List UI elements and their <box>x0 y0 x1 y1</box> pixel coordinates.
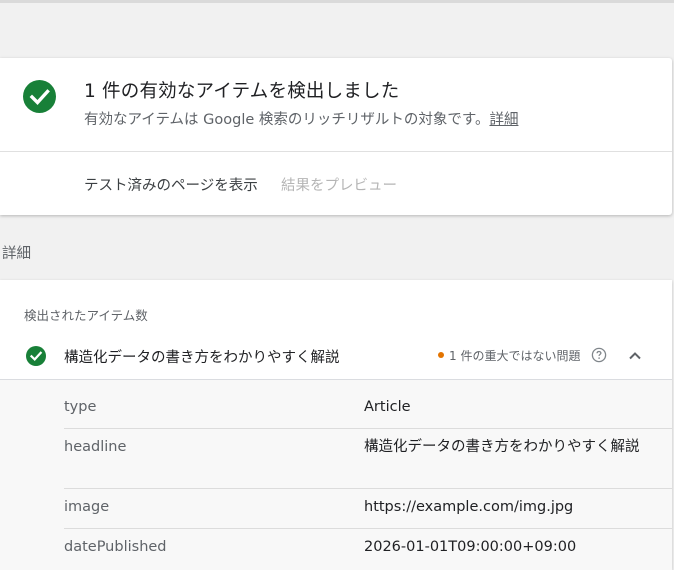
item-name[interactable]: 構造化データの書き方をわかりやすく解説 <box>64 346 340 367</box>
row-divider <box>64 488 672 489</box>
issue-count-text: 1 件の重大ではない問題 <box>449 349 581 363</box>
property-key-headline: headline <box>64 439 127 455</box>
property-key-type: type <box>64 399 97 415</box>
details-link[interactable]: 詳細 <box>489 112 518 128</box>
item-check-icon <box>26 346 46 366</box>
row-divider <box>64 428 672 429</box>
top-shadow-line <box>0 0 674 3</box>
summary-divider <box>0 151 672 152</box>
property-key-image: image <box>64 499 110 515</box>
check-circle-icon <box>23 80 56 113</box>
help-icon[interactable] <box>591 347 607 363</box>
property-value-image: https://example.com/img.jpg <box>364 499 574 515</box>
property-key-datepublished: datePublished <box>64 539 167 555</box>
row-divider <box>64 528 672 529</box>
property-value-headline: 構造化データの書き方をわかりやすく解説 <box>364 439 640 455</box>
details-section-title: 詳細 <box>2 246 31 262</box>
preview-results-button[interactable]: 結果をプレビュー <box>281 174 397 195</box>
summary-subtitle: 有効なアイテムは Google 検索のリッチリザルトの対象です。詳細 <box>84 108 518 129</box>
property-value-type: Article <box>364 399 411 415</box>
chevron-up-icon[interactable] <box>627 348 643 364</box>
property-value-datepublished: 2026-01-01T09:00:00+09:00 <box>364 539 577 555</box>
view-tested-page-button[interactable]: テスト済みのページを表示 <box>84 174 258 195</box>
summary-title: 1 件の有効なアイテムを検出しました <box>84 81 400 102</box>
summary-subtitle-text: 有効なアイテムは Google 検索のリッチリザルトの対象です。 <box>84 112 490 128</box>
detected-items-label: 検出されたアイテム数 <box>24 308 148 323</box>
warning-dot-icon <box>438 352 444 358</box>
